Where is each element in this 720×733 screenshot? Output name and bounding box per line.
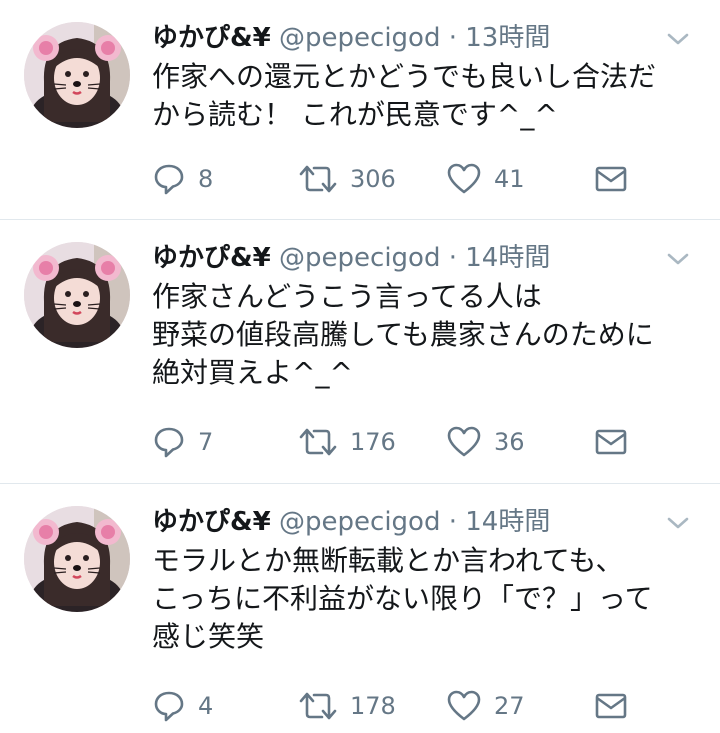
reply-count: 8 — [198, 165, 214, 193]
retweet-count: 306 — [350, 165, 396, 193]
retweet-count: 178 — [350, 692, 396, 720]
author-name[interactable]: ゆかぴ&¥ — [152, 23, 271, 53]
heart-icon — [447, 426, 481, 457]
tweet-text-line: 作家への還元とかどうでも良いし合法だ — [152, 60, 657, 93]
reply-count: 7 — [198, 428, 214, 456]
tweet-text-line: こっちに不利益がない限り「で？」って — [152, 582, 653, 615]
avatar[interactable] — [24, 242, 130, 348]
tweet-text-line: モラルとか無断転載とか言われても、 — [152, 544, 624, 577]
reply-button[interactable]: 4 — [152, 686, 213, 726]
direct-message-button[interactable] — [594, 686, 628, 726]
heart-icon — [447, 690, 481, 721]
tweet[interactable]: ゆかぴ&¥ @pepecigod · 13時間 作家への還元とかどうでも良いし合… — [0, 0, 720, 220]
reply-button[interactable]: 7 — [152, 422, 213, 462]
reply-count: 4 — [198, 692, 214, 720]
envelope-icon — [595, 166, 627, 192]
author-name[interactable]: ゆかぴ&¥ — [152, 243, 271, 273]
author-handle[interactable]: @pepecigod — [279, 23, 440, 53]
avatar-image — [24, 242, 130, 348]
timestamp[interactable]: 14時間 — [465, 243, 550, 273]
author-handle[interactable]: @pepecigod — [279, 243, 440, 273]
like-button[interactable]: 27 — [446, 686, 525, 726]
avatar-image — [24, 22, 130, 128]
direct-message-button[interactable] — [594, 422, 628, 462]
tweet-text: 作家への還元とかどうでも良いし合法だ から読む！ これが民意です^_^ — [152, 58, 694, 134]
chevron-down-icon[interactable] — [666, 516, 690, 530]
action-bar: 8 306 41 — [152, 159, 694, 199]
author-handle[interactable]: @pepecigod — [279, 507, 440, 537]
tweet[interactable]: ゆかぴ&¥ @pepecigod · 14時間 作家さんどうこう言ってる人は 野… — [0, 220, 720, 484]
retweet-icon — [299, 428, 337, 456]
tweet-header: ゆかぴ&¥ @pepecigod · 14時間 — [152, 504, 690, 540]
separator-dot: · — [448, 23, 457, 53]
retweet-icon — [299, 165, 337, 193]
envelope-icon — [595, 429, 627, 455]
timeline: ゆかぴ&¥ @pepecigod · 13時間 作家への還元とかどうでも良いし合… — [0, 0, 720, 733]
reply-icon — [154, 691, 184, 722]
like-button[interactable]: 36 — [446, 422, 525, 462]
reply-button[interactable]: 8 — [152, 159, 213, 199]
retweet-count: 176 — [350, 428, 396, 456]
avatar[interactable] — [24, 22, 130, 128]
retweet-button[interactable]: 176 — [298, 422, 396, 462]
action-bar: 7 176 36 — [152, 422, 694, 462]
tweet-text: 作家さんどうこう言ってる人は 野菜の値段高騰しても農家さんのために 絶対買えよ^… — [152, 278, 694, 392]
tweet-text: モラルとか無断転載とか言われても、 こっちに不利益がない限り「で？」って 感じ笑… — [152, 542, 694, 656]
direct-message-button[interactable] — [594, 159, 628, 199]
reply-icon — [154, 164, 184, 195]
author-name[interactable]: ゆかぴ&¥ — [152, 507, 271, 537]
avatar-image — [24, 506, 130, 612]
tweet-text-line: 作家さんどうこう言ってる人は — [152, 280, 542, 313]
avatar[interactable] — [24, 506, 130, 612]
like-count: 36 — [494, 428, 525, 456]
tweet-header: ゆかぴ&¥ @pepecigod · 13時間 — [152, 20, 690, 56]
tweet-text-line: から読む！ これが民意です^_^ — [152, 98, 558, 131]
retweet-icon — [299, 692, 337, 720]
timestamp[interactable]: 13時間 — [465, 23, 550, 53]
retweet-button[interactable]: 178 — [298, 686, 396, 726]
tweet-text-line: 感じ笑笑 — [152, 620, 265, 653]
separator-dot: · — [448, 507, 457, 537]
action-bar: 4 178 27 — [152, 686, 694, 726]
reply-icon — [154, 427, 184, 458]
heart-icon — [447, 163, 481, 194]
like-count: 27 — [494, 692, 525, 720]
like-button[interactable]: 41 — [446, 159, 525, 199]
envelope-icon — [595, 693, 627, 719]
separator-dot: · — [448, 243, 457, 273]
chevron-down-icon[interactable] — [666, 252, 690, 266]
timestamp[interactable]: 14時間 — [465, 507, 550, 537]
like-count: 41 — [494, 165, 525, 193]
tweet[interactable]: ゆかぴ&¥ @pepecigod · 14時間 モラルとか無断転載とか言われても… — [0, 484, 720, 733]
tweet-header: ゆかぴ&¥ @pepecigod · 14時間 — [152, 240, 690, 276]
tweet-text-line: 野菜の値段高騰しても農家さんのために — [152, 318, 654, 351]
tweet-text-line: 絶対買えよ^_^ — [152, 356, 353, 389]
retweet-button[interactable]: 306 — [298, 159, 396, 199]
chevron-down-icon[interactable] — [666, 32, 690, 46]
